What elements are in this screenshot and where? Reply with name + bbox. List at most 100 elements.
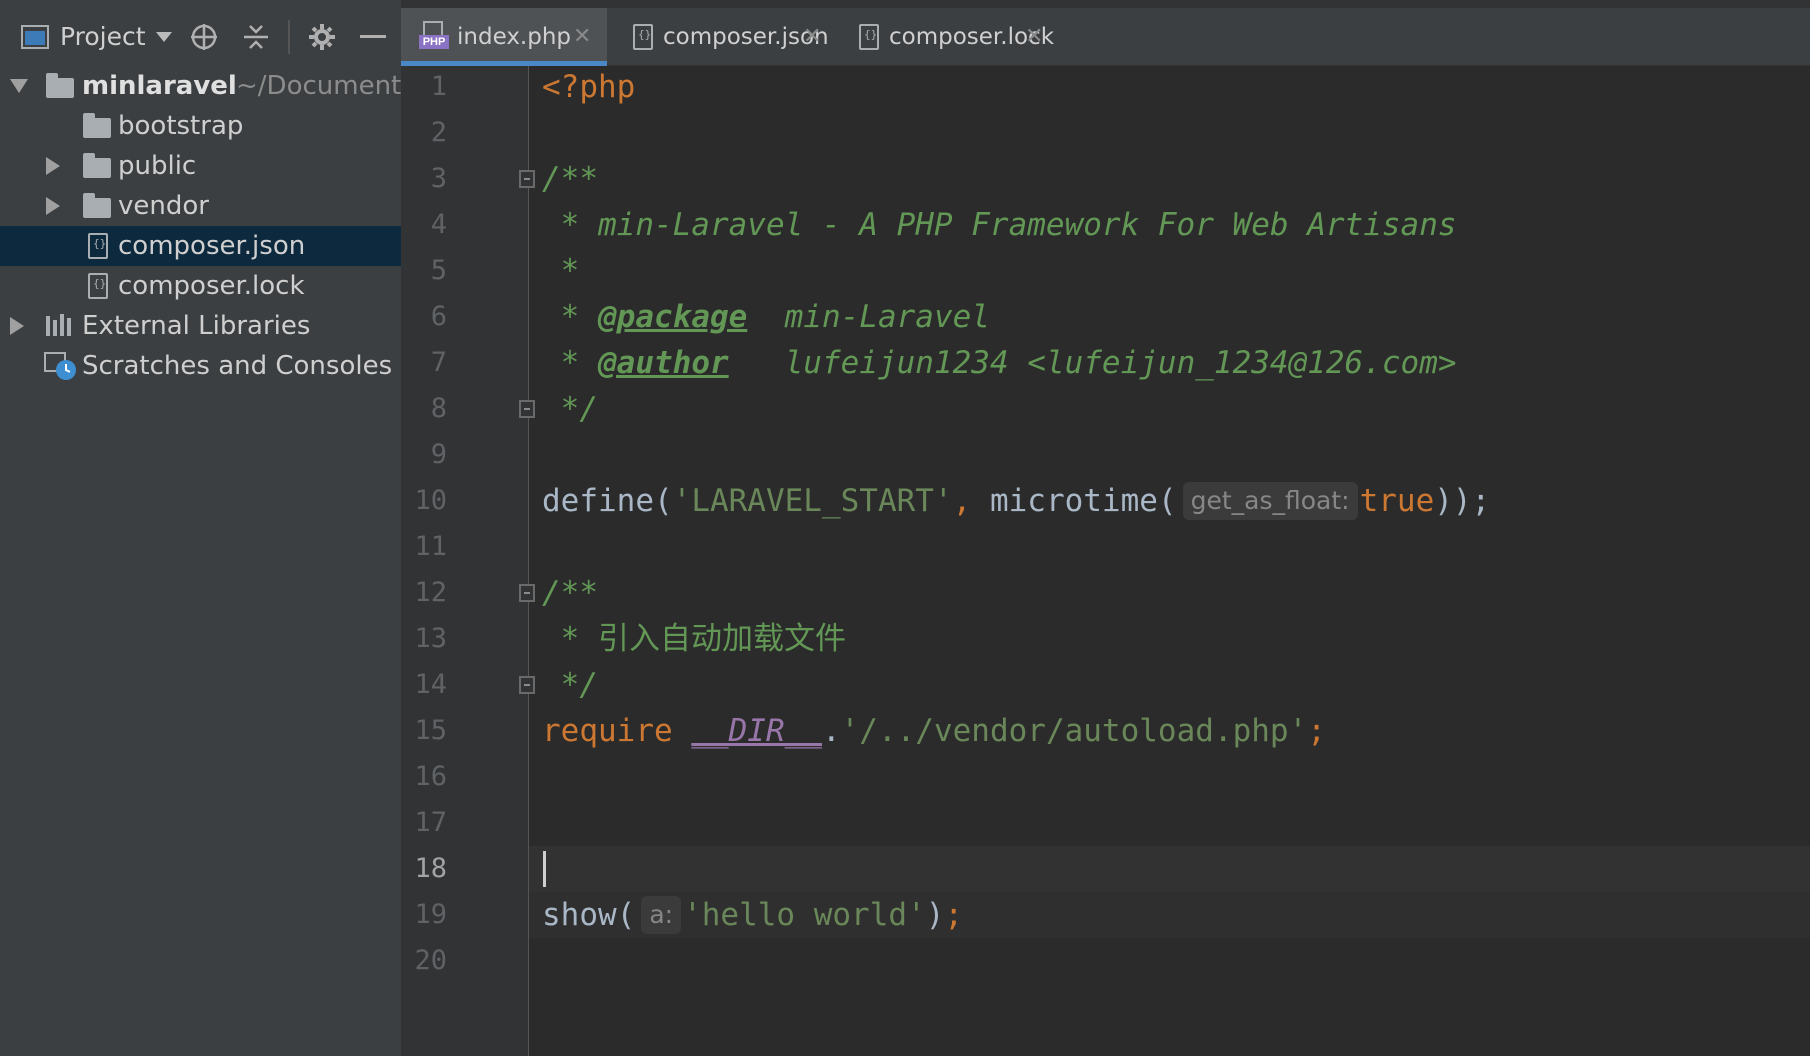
project-sidebar: Project minlaravel ~/Documents bootstrap: [0, 0, 415, 1056]
line-number: 13: [414, 623, 447, 654]
tree-item-minlaravel[interactable]: minlaravel ~/Documents: [0, 66, 415, 106]
tree-item-label: composer.lock: [118, 271, 305, 301]
comment: /**: [542, 575, 598, 611]
scratches-icon: [44, 352, 78, 389]
close-icon[interactable]: ✕: [1025, 24, 1043, 49]
punctuation: ;: [944, 897, 964, 933]
fold-marker-icon[interactable]: [519, 676, 535, 694]
php-open-tag: <?php: [542, 69, 636, 105]
line-number: 8: [430, 393, 447, 424]
tree-item-external-libraries[interactable]: External Libraries: [0, 306, 401, 346]
punctuation: ): [925, 897, 945, 933]
function-call: microtime(: [989, 483, 1177, 519]
fold-marker-icon[interactable]: [519, 584, 535, 602]
line-number: 12: [414, 577, 447, 608]
code-line-3: /**: [542, 156, 598, 202]
tab-composer-json[interactable]: composer.json ✕: [607, 8, 835, 65]
comment: */: [542, 391, 598, 427]
project-view-selector[interactable]: Project: [60, 22, 172, 51]
expand-arrow-icon[interactable]: [10, 317, 24, 335]
libraries-icon: [45, 314, 75, 345]
expand-arrow-icon[interactable]: [46, 157, 60, 175]
gear-icon[interactable]: [305, 8, 339, 66]
line-number: 11: [414, 531, 447, 562]
tree-item-label: Scratches and Consoles: [82, 351, 393, 381]
line-number: 10: [414, 485, 447, 516]
doc-tag: @package: [598, 299, 748, 335]
tree-item-composer-lock[interactable]: composer.lock: [0, 266, 401, 306]
tree-item-bootstrap[interactable]: bootstrap: [0, 106, 401, 146]
folder-icon: [83, 113, 111, 138]
comment: *: [542, 299, 598, 335]
keyword: true: [1359, 483, 1435, 519]
php-file-icon: PHP: [419, 21, 449, 49]
json-file-icon: [88, 233, 108, 259]
current-line-highlight: [529, 846, 1810, 892]
tab-composer-lock[interactable]: composer.lock ✕: [835, 8, 1063, 65]
line-number: 2: [430, 117, 447, 148]
punctuation: .: [821, 713, 841, 749]
tree-item-label: minlaravel: [82, 71, 237, 101]
code-line-15: require __DIR__.'/../vendor/autoload.php…: [542, 708, 1326, 754]
json-file-icon: [633, 24, 653, 50]
line-number: 20: [414, 945, 447, 976]
comment: /**: [542, 161, 598, 197]
editor-tabs: PHP index.php ✕ composer.json ✕ composer…: [401, 8, 1810, 66]
line-number: 5: [430, 255, 447, 286]
tree-item-vendor[interactable]: vendor: [0, 186, 401, 226]
expand-arrow-icon[interactable]: [46, 197, 60, 215]
tab-index-php[interactable]: PHP index.php ✕: [401, 8, 607, 66]
comment-text: 引入自动加载文件: [598, 621, 846, 657]
code-line-6: * @package min-Laravel: [542, 294, 990, 340]
project-title: Project: [60, 22, 146, 51]
code-line-4: * min-Laravel - A PHP Framework For Web …: [542, 202, 1457, 248]
punctuation: ,: [952, 483, 990, 519]
string-literal: '/../vendor/autoload.php': [840, 713, 1308, 749]
function-call: define(: [542, 483, 673, 519]
close-icon[interactable]: ✕: [573, 24, 591, 49]
punctuation: ;: [1307, 713, 1326, 749]
tab-label: index.php: [457, 23, 572, 50]
keyword: require: [542, 713, 692, 749]
comment: lufeijun1234 <lufeijun_1234@126.com>: [728, 345, 1457, 381]
lock-file-icon: [859, 24, 879, 50]
project-view-icon[interactable]: [20, 8, 50, 66]
line-number: 9: [430, 439, 447, 470]
comment: *: [542, 345, 598, 381]
code-line-14: */: [542, 662, 598, 708]
line-number: 6: [430, 301, 447, 332]
line-number: 4: [430, 209, 447, 240]
project-toolbar: Project: [0, 8, 401, 66]
tree-item-label: bootstrap: [118, 111, 244, 141]
folder-icon: [83, 193, 111, 218]
tree-item-label: public: [118, 151, 197, 181]
line-number: 14: [414, 669, 447, 700]
text-caret: [543, 851, 546, 887]
folder-icon: [46, 73, 74, 98]
folder-icon: [83, 153, 111, 178]
fold-marker-icon[interactable]: [519, 400, 535, 418]
string-literal: 'LARAVEL_START': [672, 483, 953, 519]
expand-arrow-icon[interactable]: [10, 79, 28, 93]
tree-item-public[interactable]: public: [0, 146, 401, 186]
fold-marker-icon[interactable]: [519, 170, 535, 188]
minimize-icon[interactable]: [358, 8, 388, 66]
code-line-12: /**: [542, 570, 598, 616]
string-literal: 'hello world': [683, 897, 926, 933]
locate-icon[interactable]: [187, 8, 221, 66]
parameter-hint: a:: [641, 896, 682, 934]
close-icon[interactable]: ✕: [803, 24, 821, 49]
comment: *: [542, 253, 580, 289]
tree-item-scratches[interactable]: Scratches and Consoles: [0, 346, 401, 386]
comment: * min-Laravel - A PHP Framework For Web …: [542, 207, 1457, 243]
code-line-5: *: [542, 248, 580, 294]
collapse-all-icon[interactable]: [239, 8, 273, 66]
code-line-10: define('LARAVEL_START', microtime(get_as…: [542, 478, 1490, 524]
tree-item-path: ~/Documents: [236, 71, 415, 101]
punctuation: ));: [1434, 483, 1491, 519]
line-number: 1: [430, 71, 447, 102]
line-number: 3: [430, 163, 447, 194]
tree-item-composer-json[interactable]: composer.json: [0, 226, 401, 266]
tree-item-label: composer.json: [118, 231, 306, 261]
tree-item-label: External Libraries: [82, 311, 311, 341]
